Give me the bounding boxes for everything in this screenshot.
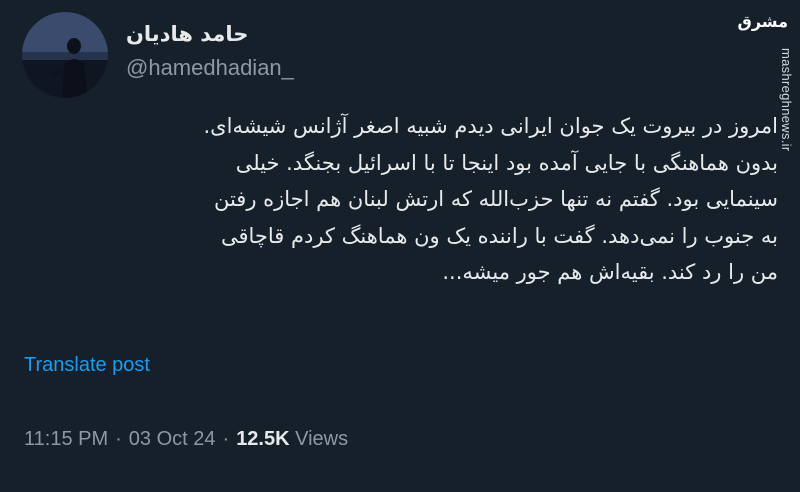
tweet-line: به جنوب را نمی‌دهد. گفت با راننده یک ون … (220, 223, 778, 248)
meta-separator: · (222, 428, 230, 450)
views-count[interactable]: 12.5K (236, 428, 289, 450)
tweet-meta: 11:15 PM · 03 Oct 24 · 12.5K Views (24, 428, 348, 451)
watermark-logo: مشرق (737, 12, 788, 31)
watermark-url: mashreghnews.ir (779, 48, 794, 152)
meta-separator: · (115, 428, 122, 450)
tweet-text: امروز در بیروت یک جوان ایرانی دیدم شبیه … (22, 108, 779, 291)
tweet-line: بدون هماهنگی با جایی آمده بود اینجا تا ب… (235, 150, 778, 175)
tweet-line: من را رد کند. بقیه‌اش هم جور میشه... (442, 260, 778, 284)
tweet-line: سینمایی بود. گفتم نه تنها حزب‌الله که ار… (213, 187, 778, 211)
avatar[interactable] (22, 12, 108, 98)
author-handle[interactable]: @hamedhadian_ (126, 55, 294, 81)
tweet-time[interactable]: 11:15 PM (24, 428, 108, 450)
tweet-date[interactable]: 03 Oct 24 (129, 428, 216, 450)
translate-post-link[interactable]: Translate post (24, 354, 150, 377)
views-label[interactable]: Views (295, 428, 348, 450)
author-display-name[interactable]: حامد هادیان (126, 22, 248, 46)
tweet-line: امروز در بیروت یک جوان ایرانی دیدم شبیه … (203, 114, 779, 138)
avatar-image (22, 12, 108, 98)
